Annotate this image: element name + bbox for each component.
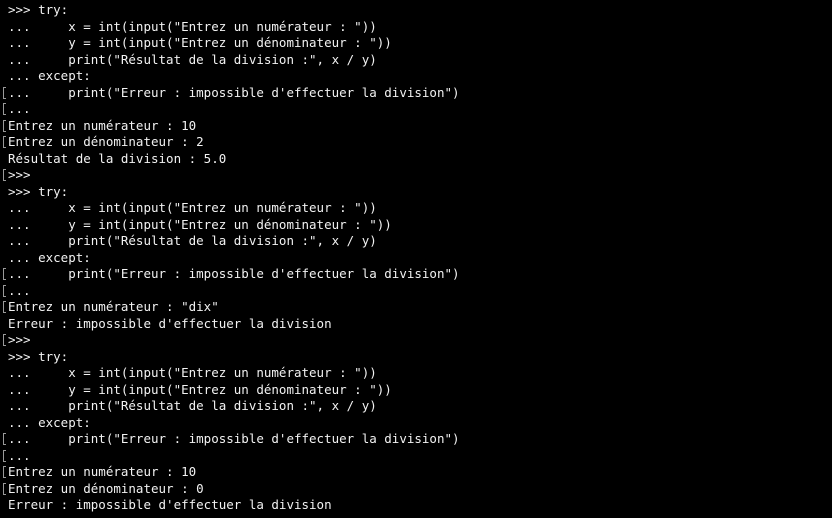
terminal-line: ... print("Résultat de la division :", x…: [8, 233, 832, 250]
terminal-line-text: >>> try:: [8, 183, 69, 199]
terminal-line: ... y = int(input("Entrez un dénominateu…: [8, 382, 832, 399]
terminal-line-text: ... y = int(input("Entrez un dénominateu…: [8, 381, 392, 397]
terminal-line-text: Entrez un dénominateur : 0: [8, 480, 204, 496]
prompt-mark-icon: [3, 136, 6, 148]
terminal-line-text: ... y = int(input("Entrez un dénominateu…: [8, 35, 392, 50]
terminal-line: Erreur : impossible d'effectuer la divis…: [8, 497, 832, 514]
terminal-line-text: ... x = int(input("Entrez un numérateur …: [8, 200, 377, 215]
prompt-mark-icon: [3, 482, 6, 495]
terminal-line: ... x = int(input("Entrez un numérateur …: [8, 19, 832, 36]
prompt-mark-icon: [3, 119, 6, 132]
terminal-line: Entrez un numérateur : 10: [3, 117, 832, 135]
terminal-line-text: Entrez un numérateur : 10: [8, 464, 197, 479]
prompt-mark-icon: [3, 334, 6, 346]
prompt-mark-icon: [3, 466, 6, 478]
prompt-mark-icon: [3, 284, 6, 297]
terminal-line: Entrez un dénominateur : 0: [3, 480, 832, 498]
terminal-line: ... print("Erreur : impossible d'effectu…: [3, 84, 832, 102]
terminal-line-text: ... print("Résultat de la division :", x…: [8, 233, 377, 248]
prompt-mark-icon: [3, 169, 6, 181]
terminal-line: ... print("Résultat de la division :", x…: [8, 52, 832, 69]
terminal-line-text: ... print("Erreur : impossible d'effectu…: [8, 84, 460, 100]
terminal-line-text: >>> try:: [8, 348, 69, 364]
terminal-line-text: ... print("Erreur : impossible d'effectu…: [8, 431, 460, 446]
terminal-line: Erreur : impossible d'effectuer la divis…: [8, 316, 832, 333]
terminal-line: >>> try:: [8, 349, 832, 366]
terminal-line: Entrez un numérateur : 10: [3, 464, 832, 481]
terminal-line-text: ... except:: [8, 68, 91, 83]
prompt-mark-icon: [3, 301, 6, 313]
terminal-line-text: >>>: [8, 332, 31, 347]
terminal-line: >>> try:: [8, 184, 832, 201]
terminal-line: ... y = int(input("Entrez un dénominateu…: [8, 217, 832, 234]
terminal-line: ...: [3, 282, 832, 300]
terminal-line: Résultat de la division : 5.0: [8, 151, 832, 168]
terminal-line-text: ...: [8, 282, 31, 298]
terminal-line-text: >>>: [8, 167, 31, 182]
terminal-line: ...: [3, 447, 832, 465]
terminal-line-text: ... x = int(input("Entrez un numérateur …: [8, 365, 377, 380]
terminal-line: Entrez un numérateur : "dix": [3, 299, 832, 316]
terminal-line: ... except:: [8, 68, 832, 85]
prompt-mark-icon: [3, 449, 6, 462]
terminal-line-text: Erreur : impossible d'effectuer la divis…: [8, 497, 332, 512]
terminal-output: >>> try:... x = int(input("Entrez un num…: [3, 2, 832, 514]
prompt-mark-icon: [3, 268, 6, 280]
terminal-line-text: ...: [8, 447, 31, 463]
terminal-line-text: ... except:: [8, 249, 91, 265]
terminal-line-text: Erreur : impossible d'effectuer la divis…: [8, 315, 332, 331]
terminal-line: ...: [3, 101, 832, 118]
terminal-line-text: ... except:: [8, 414, 91, 430]
terminal-line-text: ... print("Erreur : impossible d'effectu…: [8, 266, 460, 281]
prompt-mark-icon: [3, 103, 6, 115]
prompt-mark-icon: [3, 86, 6, 99]
terminal-line: ... y = int(input("Entrez un dénominateu…: [8, 35, 832, 52]
terminal-line: Entrez un dénominateur : 2: [3, 134, 832, 151]
terminal-window[interactable]: >>> try:... x = int(input("Entrez un num…: [0, 0, 832, 518]
terminal-line-text: Résultat de la division : 5.0: [8, 150, 227, 166]
terminal-line: >>>: [3, 332, 832, 349]
terminal-line: >>> try:: [8, 2, 832, 19]
terminal-line-text: ... print("Résultat de la division :", x…: [8, 398, 377, 413]
prompt-mark-icon: [3, 433, 6, 445]
terminal-line: ... x = int(input("Entrez un numérateur …: [8, 200, 832, 217]
terminal-line: ... except:: [8, 250, 832, 267]
terminal-line: ... x = int(input("Entrez un numérateur …: [8, 365, 832, 382]
terminal-line-text: ... print("Résultat de la division :", x…: [8, 51, 377, 67]
terminal-line: ... print("Erreur : impossible d'effectu…: [3, 431, 832, 448]
terminal-line: ... print("Résultat de la division :", x…: [8, 398, 832, 415]
terminal-line-text: Entrez un numérateur : 10: [8, 117, 197, 133]
terminal-line-text: ...: [8, 101, 31, 116]
terminal-line: ... except:: [8, 415, 832, 432]
terminal-line-text: ... y = int(input("Entrez un dénominateu…: [8, 216, 392, 232]
terminal-line-text: Entrez un dénominateur : 2: [8, 134, 204, 149]
terminal-line-text: ... x = int(input("Entrez un numérateur …: [8, 18, 377, 34]
terminal-line-text: Entrez un numérateur : "dix": [8, 299, 219, 314]
terminal-line-text: >>> try:: [8, 2, 69, 17]
terminal-line: >>>: [3, 167, 832, 184]
terminal-line: ... print("Erreur : impossible d'effectu…: [3, 266, 832, 283]
